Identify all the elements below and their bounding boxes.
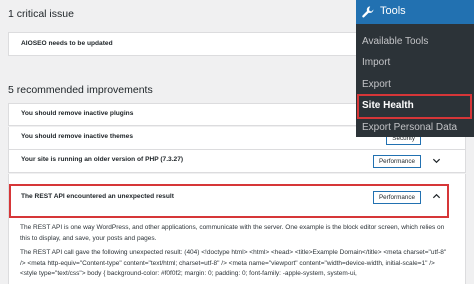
recommendation-label: You should remove inactive plugins	[21, 110, 134, 117]
menu-item-export[interactable]: Export	[362, 79, 391, 90]
wrench-icon	[362, 6, 374, 18]
tools-menu-title: Tools	[380, 5, 406, 17]
recommendation-label: The REST API encountered an unexpected r…	[21, 193, 174, 200]
performance-badge: Performance	[372, 155, 421, 168]
critical-issue-label: AIOSEO needs to be updated	[21, 40, 113, 47]
rest-api-description: The REST API is one way WordPress, and o…	[20, 224, 445, 242]
recommendation-label: You should remove inactive themes	[21, 133, 134, 140]
recommendation-row[interactable]: Your site is running an older version of…	[8, 150, 466, 173]
recommendation-label: Your site is running an older version of…	[21, 156, 184, 163]
chevron-down-icon[interactable]	[432, 156, 441, 165]
rest-api-result: The REST API call gave the following une…	[20, 249, 447, 277]
menu-item-import[interactable]: Import	[362, 57, 390, 68]
menu-item-site-health[interactable]: Site Health	[362, 100, 414, 111]
critical-issues-heading: 1 critical issue	[8, 8, 74, 20]
chevron-up-icon[interactable]	[432, 192, 441, 201]
recommendation-row-expanded[interactable]: The REST API encountered an unexpected r…	[8, 174, 466, 212]
recommended-heading: 5 recommended improvements	[8, 84, 153, 96]
performance-badge: Performance	[372, 191, 421, 204]
menu-item-export-personal-data[interactable]: Export Personal Data	[362, 122, 457, 133]
menu-item-available-tools[interactable]: Available Tools	[362, 36, 428, 47]
tools-submenu: Tools Available Tools Import Export Site…	[356, 0, 474, 137]
tools-menu-header[interactable]: Tools	[356, 0, 474, 24]
